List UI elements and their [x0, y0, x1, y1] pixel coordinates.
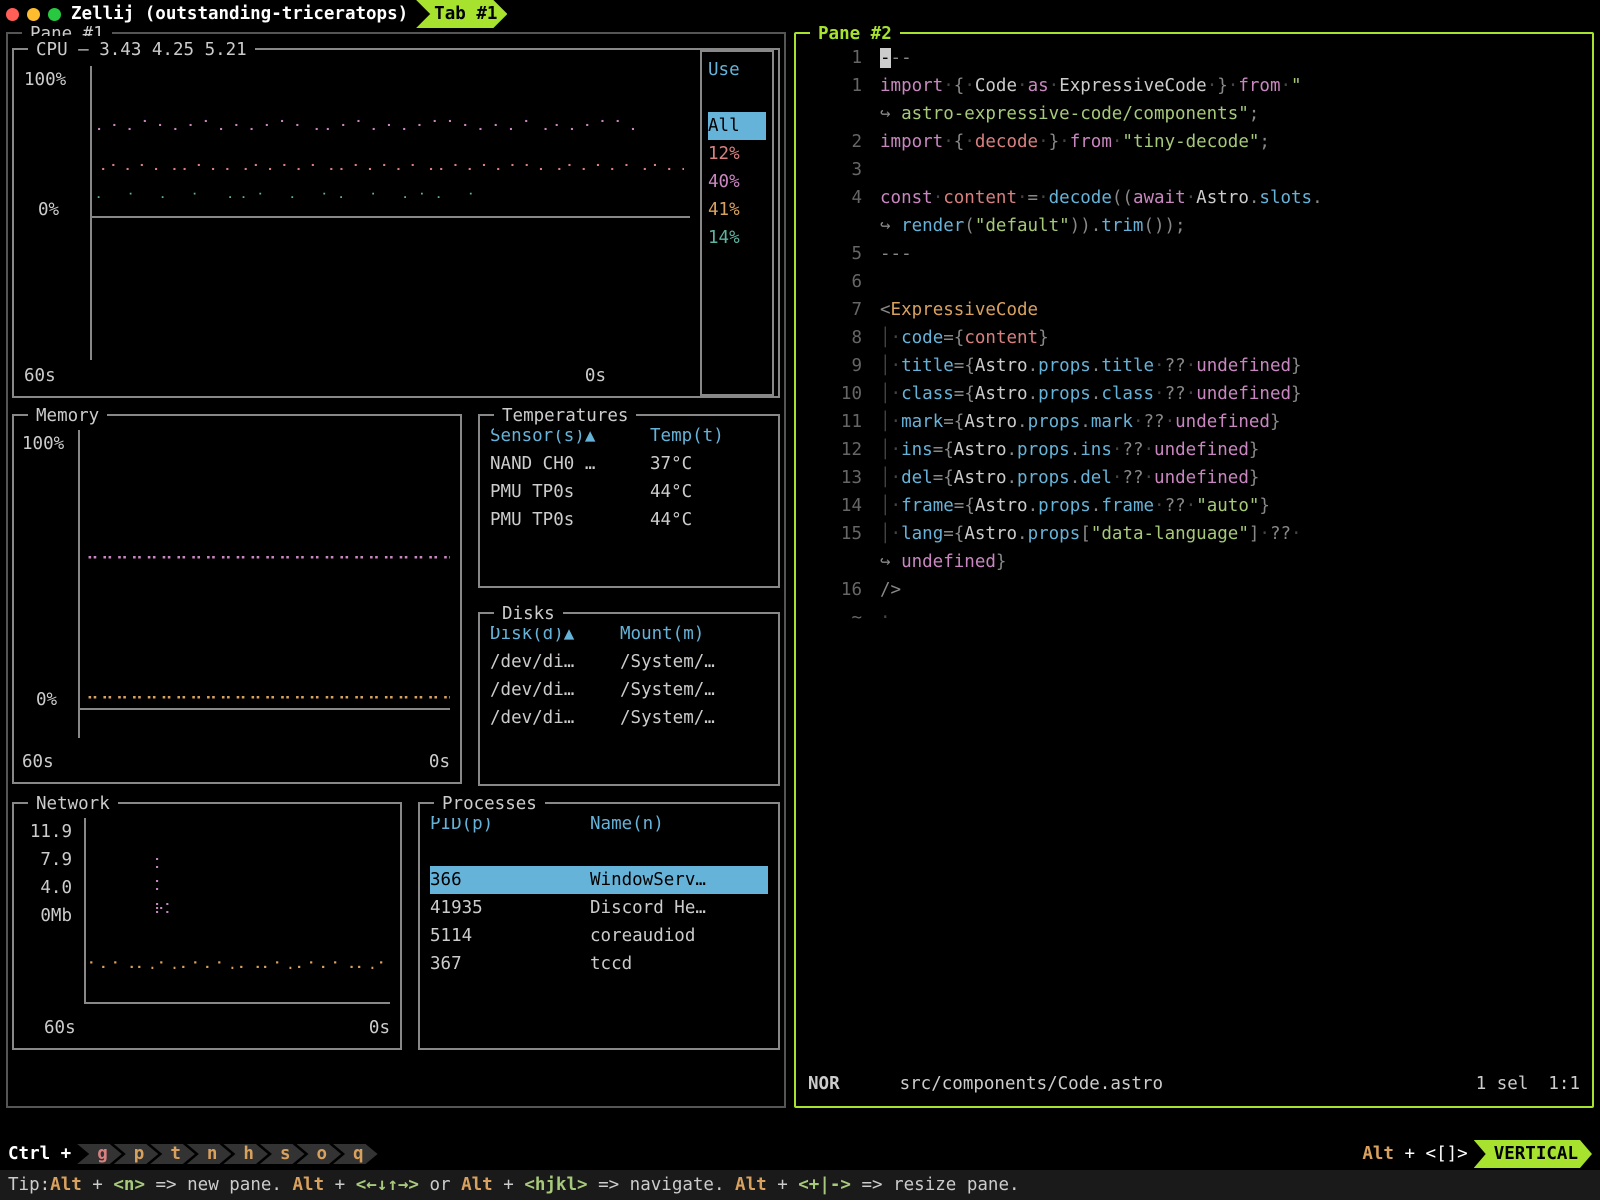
- temp-row: NAND CH0 …37°C: [490, 450, 768, 478]
- session-name: (outstanding-triceratops): [145, 0, 408, 28]
- code-line[interactable]: 6: [806, 268, 1582, 296]
- code-line[interactable]: 8│·code={content}: [806, 324, 1582, 352]
- cpu-use-header: Use: [708, 56, 766, 84]
- mem-y-0: 0%: [36, 686, 57, 714]
- cpu-y-100: 100%: [24, 66, 66, 94]
- pane-2-label: Pane #2: [810, 20, 900, 48]
- split-direction-badge: VERTICAL: [1474, 1140, 1592, 1168]
- code-line[interactable]: 9│·title={Astro.props.title·??·undefined…: [806, 352, 1582, 380]
- cpu-panel: CPU — 3.43 4.25 5.21 100% 0% ⠄⠂⠄⠁⠂⠄⠂⠁⠄⠂⠄…: [12, 48, 780, 398]
- editor-selection: 1 sel: [1476, 1070, 1529, 1098]
- code-line[interactable]: ↪ render("default")).trim());: [806, 212, 1582, 240]
- cpu-core-usage[interactable]: 40%: [708, 168, 766, 196]
- proc-title: Processes: [434, 790, 545, 818]
- code-line[interactable]: 12│·ins={Astro.props.ins·??·undefined}: [806, 436, 1582, 464]
- disks-panel: Disks Disk(d)▲Mount(m) /dev/di…/System/……: [478, 612, 780, 786]
- temp-row: PMU TP0s44°C: [490, 478, 768, 506]
- keybinding-bar: Ctrl + gptnhsoq Alt + <[]> VERTICAL: [0, 1138, 1600, 1170]
- mode-key-g[interactable]: g: [77, 1144, 122, 1164]
- temp-title: Temperatures: [494, 402, 636, 430]
- tip-label: Tip:: [8, 1171, 50, 1199]
- tip-bar: Tip: Alt + <n> => new pane. Alt + <←↓↑→>…: [0, 1170, 1600, 1200]
- process-row[interactable]: 5114coreaudiod: [430, 922, 768, 950]
- net-y-label: 11.9: [22, 818, 72, 846]
- code-line[interactable]: 1---: [806, 44, 1582, 72]
- editor-cursor-pos: 1:1: [1548, 1070, 1580, 1098]
- mem-x-60: 60s: [22, 748, 54, 776]
- editor-mode: NOR: [808, 1070, 840, 1098]
- cpu-x-0: 0s: [585, 362, 606, 390]
- code-line[interactable]: 15│·lang={Astro.props["data-language"]·?…: [806, 520, 1582, 548]
- maximize-icon[interactable]: [48, 8, 61, 21]
- alt-brackets-hint: Alt: [1362, 1140, 1394, 1168]
- temperatures-panel: Temperatures Sensor(s)▲Temp(t) NAND CH0 …: [478, 414, 780, 588]
- cpu-core-usage[interactable]: 41%: [708, 196, 766, 224]
- tab-current[interactable]: Tab #1: [416, 0, 507, 28]
- process-row[interactable]: 367tccd: [430, 950, 768, 978]
- code-line[interactable]: ↪ undefined}: [806, 548, 1582, 576]
- code-line[interactable]: ~·: [806, 604, 1582, 632]
- temp-row: PMU TP0s44°C: [490, 506, 768, 534]
- code-line[interactable]: 16/>: [806, 576, 1582, 604]
- cpu-use-all[interactable]: All: [708, 112, 766, 140]
- code-line[interactable]: 10│·class={Astro.props.class·??·undefine…: [806, 380, 1582, 408]
- disk-title: Disks: [494, 600, 563, 628]
- code-line[interactable]: 2import·{·decode·}·from·"tiny-decode";: [806, 128, 1582, 156]
- traffic-lights: [6, 8, 61, 21]
- code-line[interactable]: 11│·mark={Astro.props.mark·??·undefined}: [806, 408, 1582, 436]
- code-line[interactable]: 3: [806, 156, 1582, 184]
- window-titlebar: Zellij (outstanding-triceratops) Tab #1: [0, 0, 1600, 28]
- cpu-core-usage[interactable]: 14%: [708, 224, 766, 252]
- pane-1[interactable]: Pane #1 CPU — 3.43 4.25 5.21 100% 0% ⠄⠂⠄…: [6, 32, 786, 1108]
- cpu-core-usage[interactable]: 12%: [708, 140, 766, 168]
- mem-y-100: 100%: [22, 430, 64, 458]
- process-row[interactable]: 41935Discord He…: [430, 894, 768, 922]
- net-x-60: 60s: [44, 1014, 76, 1042]
- memory-title: Memory: [28, 402, 107, 430]
- ctrl-label: Ctrl +: [8, 1140, 71, 1168]
- net-y-label: 4.0: [22, 874, 72, 902]
- pane-2[interactable]: Pane #2 1---1import·{·Code·as·Expressive…: [794, 32, 1594, 1108]
- cpu-graph: 100% 0% ⠄⠂⠄⠁⠂⠄⠂⠁⠄⠂⠄⠂⠁⠂⠠⠄⠂⠁⠄⠂⠄⠂⠁⠁⠂⠄⠂⠄⠁⠠⠂⠄…: [24, 56, 690, 390]
- disk-row: /dev/di…/System/…: [490, 648, 768, 676]
- net-y-label: 0Mb: [22, 902, 72, 930]
- cpu-y-0: 0%: [38, 196, 59, 224]
- mem-x-0: 0s: [429, 748, 450, 776]
- cpu-use-sidebar: Use All 12%40%41%14%: [700, 50, 774, 396]
- process-row[interactable]: 366WindowServ…: [430, 866, 768, 894]
- disk-col-mount[interactable]: Mount(m): [620, 620, 704, 648]
- code-line[interactable]: 13│·del={Astro.props.del·??·undefined}: [806, 464, 1582, 492]
- network-title: Network: [28, 790, 118, 818]
- net-y-label: 7.9: [22, 846, 72, 874]
- code-line[interactable]: 5---: [806, 240, 1582, 268]
- cpu-x-60: 60s: [24, 362, 56, 390]
- disk-row: /dev/di…/System/…: [490, 676, 768, 704]
- network-panel: Network 11.97.94.00Mb ⠂⠄⠂⠠⠄.⠂.⠄⠂⠄⠂.⠄⠠⠄⠂.…: [12, 802, 402, 1050]
- net-x-0: 0s: [369, 1014, 390, 1042]
- minimize-icon[interactable]: [27, 8, 40, 21]
- editor-content[interactable]: 1---1import·{·Code·as·ExpressiveCode·}·f…: [806, 44, 1582, 632]
- editor-statusline: NOR src/components/Code.astro 1 sel 1:1: [808, 1070, 1580, 1098]
- temp-col-temp[interactable]: Temp(t): [650, 422, 724, 450]
- disk-row: /dev/di…/System/…: [490, 704, 768, 732]
- memory-panel: Memory 100% 0% ⠒⠒⠒⠒⠒⠒⠒⠒⠒⠒⠒⠒⠒⠒⠒⠒⠒⠒⠒⠒⠒⠒⠒⠒⠒…: [12, 414, 462, 784]
- code-line[interactable]: 1import·{·Code·as·ExpressiveCode·}·from·…: [806, 72, 1582, 100]
- processes-panel[interactable]: Processes PID(p)Name(n) 366WindowServ…41…: [418, 802, 780, 1050]
- code-line[interactable]: 14│·frame={Astro.props.frame·??·"auto"}: [806, 492, 1582, 520]
- editor-filepath: src/components/Code.astro: [900, 1070, 1163, 1098]
- code-line[interactable]: 7<ExpressiveCode: [806, 296, 1582, 324]
- close-icon[interactable]: [6, 8, 19, 21]
- proc-col-name[interactable]: Name(n): [590, 810, 664, 838]
- code-line[interactable]: 4const·content·=·decode((await·Astro.slo…: [806, 184, 1582, 212]
- code-line[interactable]: ↪ astro-expressive-code/components";: [806, 100, 1582, 128]
